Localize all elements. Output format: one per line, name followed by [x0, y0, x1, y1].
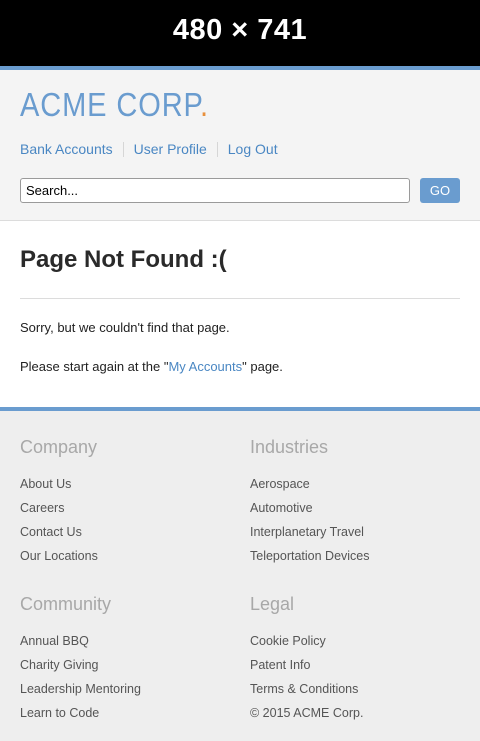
- footer-heading-legal: Legal: [250, 594, 295, 614]
- go-button[interactable]: GO: [420, 178, 460, 203]
- restart-suffix: " page.: [242, 359, 283, 374]
- footer-link-cookie-policy[interactable]: Cookie Policy: [250, 634, 326, 648]
- site-footer: Company About Us Careers Contact Us Our …: [0, 407, 480, 741]
- footer-link-aerospace[interactable]: Aerospace: [250, 477, 310, 491]
- nav-user-profile[interactable]: User Profile: [134, 141, 207, 157]
- footer-legal: Legal Cookie Policy Patent Info Terms & …: [250, 594, 363, 725]
- footer-link-our-locations[interactable]: Our Locations: [20, 549, 98, 563]
- nav-separator: [216, 141, 218, 157]
- nav-bank-accounts[interactable]: Bank Accounts: [20, 141, 113, 157]
- logo-dot: .: [200, 86, 210, 123]
- logo-text: ACME CORP: [20, 86, 201, 123]
- nav-log-out[interactable]: Log Out: [228, 141, 278, 157]
- main-nav: Bank Accounts User Profile Log Out: [20, 141, 278, 157]
- not-found-message: Sorry, but we couldn't find that page.: [20, 320, 230, 335]
- footer-link-careers[interactable]: Careers: [20, 501, 64, 515]
- footer-link-leadership-mentoring[interactable]: Leadership Mentoring: [20, 682, 141, 696]
- footer-link-contact-us[interactable]: Contact Us: [20, 525, 82, 539]
- footer-heading-community: Community: [20, 594, 112, 614]
- nav-separator: [122, 141, 124, 157]
- dimension-banner: 480 × 741: [0, 0, 480, 66]
- footer-link-teleportation-devices[interactable]: Teleportation Devices: [250, 549, 370, 563]
- site-header: ACME CORP. Bank Accounts User Profile Lo…: [0, 66, 480, 221]
- content-divider: [20, 298, 460, 299]
- main-content: Page Not Found :( Sorry, but we couldn't…: [0, 221, 480, 407]
- footer-heading-company: Company: [20, 437, 98, 457]
- footer-heading-industries: Industries: [250, 437, 329, 457]
- dimension-label: 480 × 741: [172, 14, 308, 46]
- my-accounts-link[interactable]: My Accounts: [168, 359, 242, 374]
- footer-company: Company About Us Careers Contact Us Our …: [20, 437, 98, 568]
- footer-link-automotive[interactable]: Automotive: [250, 501, 313, 515]
- restart-prefix: Please start again at the ": [20, 359, 169, 374]
- footer-link-patent-info[interactable]: Patent Info: [250, 658, 310, 672]
- footer-community: Community Annual BBQ Charity Giving Lead…: [20, 594, 141, 725]
- restart-message: Please start again at the "My Accounts" …: [20, 359, 283, 374]
- footer-link-annual-bbq[interactable]: Annual BBQ: [20, 634, 89, 648]
- footer-link-about-us[interactable]: About Us: [20, 477, 71, 491]
- footer-link-interplanetary-travel[interactable]: Interplanetary Travel: [250, 525, 364, 539]
- copyright-text: © 2015 ACME Corp.: [250, 706, 364, 720]
- footer-link-terms-conditions[interactable]: Terms & Conditions: [250, 682, 358, 696]
- footer-industries: Industries Aerospace Automotive Interpla…: [250, 437, 370, 568]
- search-input[interactable]: [20, 178, 410, 203]
- footer-link-charity-giving[interactable]: Charity Giving: [20, 658, 99, 672]
- page-title: Page Not Found :(: [20, 246, 227, 273]
- acme-logo[interactable]: ACME CORP.: [20, 86, 209, 124]
- footer-link-learn-to-code[interactable]: Learn to Code: [20, 706, 99, 720]
